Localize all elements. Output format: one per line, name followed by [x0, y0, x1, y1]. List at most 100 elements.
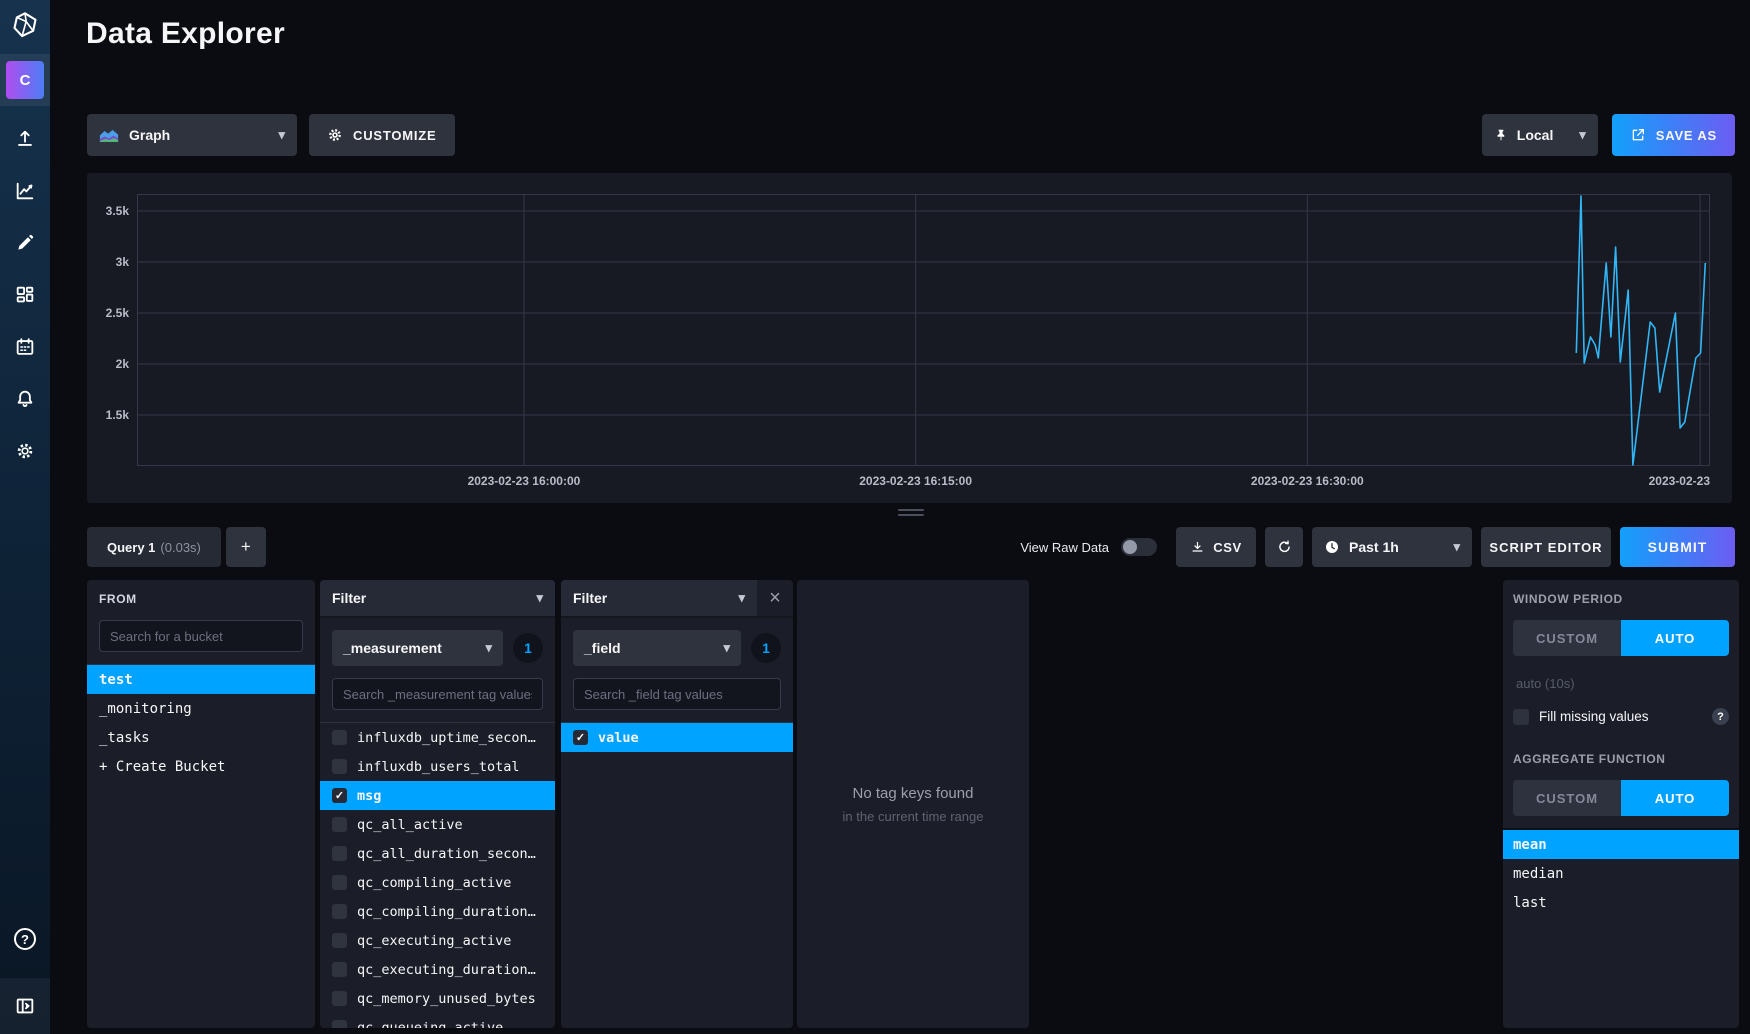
aggregate-function-item[interactable]: mean: [1503, 830, 1739, 859]
influxdb-logo-icon[interactable]: [0, 0, 50, 50]
y-tick-label: 3.5k: [106, 204, 129, 218]
custom-option[interactable]: CUSTOM: [1513, 780, 1621, 816]
query-tab[interactable]: Query 1 (0.03s): [87, 527, 221, 567]
bucket-item[interactable]: _monitoring: [87, 694, 315, 723]
bucket-item[interactable]: + Create Bucket: [87, 752, 315, 781]
script-editor-button[interactable]: SCRIPT EDITOR: [1481, 527, 1611, 567]
field-search-input[interactable]: [573, 678, 781, 710]
checkbox[interactable]: [332, 933, 347, 948]
measurement-item[interactable]: qc_executing_active: [320, 926, 555, 955]
measurement-search-input[interactable]: [332, 678, 543, 710]
checkbox[interactable]: [332, 904, 347, 919]
checkbox[interactable]: [332, 759, 347, 774]
tag-value-label: qc_compiling_active: [357, 875, 511, 891]
view-raw-data-label: View Raw Data: [1020, 540, 1109, 555]
y-tick-label: 3k: [116, 255, 129, 269]
measurement-item[interactable]: qc_all_duration_secon…: [320, 839, 555, 868]
gear-icon: [14, 440, 36, 462]
checkbox[interactable]: [332, 817, 347, 832]
measurement-item[interactable]: qc_executing_duration…: [320, 955, 555, 984]
measurement-item[interactable]: influxdb_users_total: [320, 752, 555, 781]
chart-line-series: [1576, 196, 1705, 465]
measurement-item[interactable]: ✓msg: [320, 781, 555, 810]
filter-type-dropdown[interactable]: Filter ▾: [561, 580, 757, 616]
chart-resize-handle[interactable]: [898, 509, 924, 519]
fill-missing-checkbox[interactable]: [1513, 709, 1529, 725]
org-switcher[interactable]: C: [0, 54, 50, 106]
measurement-item[interactable]: influxdb_uptime_secon…: [320, 723, 555, 752]
settings-nav[interactable]: [0, 440, 50, 462]
checkbox[interactable]: [332, 875, 347, 890]
help-icon[interactable]: ?: [14, 928, 36, 950]
aggregate-function-toggle: CUSTOM AUTO: [1513, 780, 1729, 816]
tag-value-label: qc_all_active: [357, 817, 463, 833]
download-icon: [1190, 540, 1205, 555]
window-period-title: WINDOW PERIOD: [1513, 592, 1729, 606]
checkbox[interactable]: [332, 962, 347, 977]
add-query-button[interactable]: +: [226, 527, 266, 567]
x-tick-label: 2023-02-23: [1649, 474, 1710, 488]
save-as-label: SAVE AS: [1656, 128, 1717, 143]
y-tick-label: 2k: [116, 357, 129, 371]
measurement-item[interactable]: qc_queueing_active: [320, 1013, 555, 1028]
chevron-down-icon: ▾: [536, 590, 543, 606]
tag-key-dropdown[interactable]: _field ▾: [573, 630, 741, 666]
local-label: Local: [1517, 127, 1554, 143]
checked-checkbox[interactable]: ✓: [332, 788, 347, 803]
filter-type-dropdown[interactable]: Filter ▾: [320, 580, 555, 616]
checkbox[interactable]: [332, 991, 347, 1006]
data-explorer-nav[interactable]: [0, 180, 50, 202]
tag-value-label: qc_executing_active: [357, 933, 511, 949]
line-chart: [137, 194, 1710, 466]
load-data-nav[interactable]: [0, 128, 50, 150]
refresh-icon: [1276, 539, 1293, 556]
help-icon[interactable]: ?: [1712, 708, 1729, 725]
area-graph-icon: [99, 128, 119, 143]
expand-sidebar-button[interactable]: [0, 978, 50, 1034]
dashboards-nav[interactable]: [0, 284, 50, 306]
tag-key-dropdown[interactable]: _measurement ▾: [332, 630, 503, 666]
aggregate-function-list: meanmedianlast: [1503, 830, 1739, 917]
csv-download-button[interactable]: CSV: [1176, 527, 1256, 567]
y-tick-label: 1.5k: [106, 408, 129, 422]
custom-option[interactable]: CUSTOM: [1513, 620, 1621, 656]
tag-value-label: qc_queueing_active: [357, 1020, 503, 1029]
auto-option[interactable]: AUTO: [1621, 780, 1729, 816]
bucket-item[interactable]: test: [87, 665, 315, 694]
view-raw-data-toggle[interactable]: [1121, 538, 1157, 556]
field-filter-panel: Filter ▾ × _field ▾ 1 ✓value: [561, 580, 793, 1028]
measurement-item[interactable]: qc_all_active: [320, 810, 555, 839]
field-item[interactable]: ✓value: [561, 723, 793, 752]
auto-option[interactable]: AUTO: [1621, 620, 1729, 656]
submit-button[interactable]: SUBMIT: [1620, 527, 1735, 567]
bucket-item[interactable]: _tasks: [87, 723, 315, 752]
checkbox[interactable]: [332, 730, 347, 745]
customize-button[interactable]: CUSTOMIZE: [309, 114, 455, 156]
save-as-button[interactable]: SAVE AS: [1612, 114, 1735, 156]
avatar[interactable]: C: [6, 61, 44, 99]
checkbox[interactable]: [332, 1020, 347, 1028]
checkbox[interactable]: [332, 846, 347, 861]
tag-value-label: influxdb_uptime_secon…: [357, 730, 536, 746]
alerts-nav[interactable]: [0, 388, 50, 410]
bucket-search-input[interactable]: [99, 620, 303, 652]
checked-checkbox[interactable]: ✓: [573, 730, 588, 745]
view-type-dropdown[interactable]: Graph ▾: [87, 114, 297, 156]
tasks-nav[interactable]: [0, 336, 50, 358]
refresh-button[interactable]: [1265, 527, 1303, 567]
measurement-item[interactable]: qc_compiling_duration…: [320, 897, 555, 926]
measurement-item[interactable]: qc_memory_unused_bytes: [320, 984, 555, 1013]
aggregate-function-item[interactable]: median: [1503, 859, 1739, 888]
from-panel-title: FROM: [99, 592, 303, 606]
chart-plot[interactable]: [137, 194, 1710, 466]
close-icon[interactable]: ×: [757, 580, 793, 616]
local-dropdown[interactable]: Local ▾: [1482, 114, 1598, 156]
time-range-dropdown[interactable]: Past 1h ▾: [1312, 527, 1472, 567]
aggregate-function-item[interactable]: last: [1503, 888, 1739, 917]
tag-keys-panel: No tag keys found in the current time ra…: [797, 580, 1029, 1028]
y-tick-label: 2.5k: [106, 306, 129, 320]
notebooks-nav[interactable]: [0, 232, 50, 254]
chevron-down-icon: ▾: [1579, 127, 1586, 143]
measurement-item[interactable]: qc_compiling_active: [320, 868, 555, 897]
export-icon: [1630, 127, 1646, 143]
